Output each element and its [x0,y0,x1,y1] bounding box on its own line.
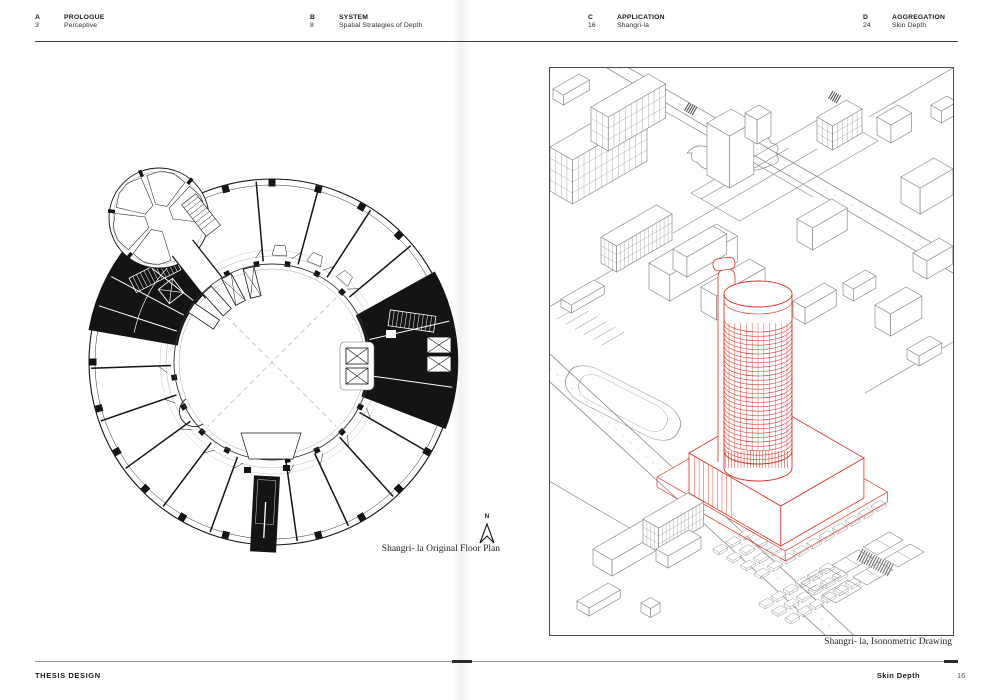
footer-chapter-label: Skin Depth [820,671,920,680]
section-title: SYSTEM [339,14,423,22]
isometric-caption: Shangri- la, Isonometric Drawing [652,637,952,647]
header-section-aggregation: D 24 AGGREGATION Skin Depth [863,14,945,30]
footer-thesis-label: THESIS DESIGN [35,671,101,680]
section-title: APPLICATION [617,14,665,22]
north-label: N [480,513,494,520]
section-number: 3 [35,22,64,30]
section-letter: D [863,14,892,22]
floor-plan-caption: Shangri- la Original Floor Plan [300,544,500,554]
section-subtitle: Spatial Strategies of Depth [339,22,423,30]
section-subtitle: Shangri-la [617,22,665,30]
section-letter: B [310,14,339,22]
footer-page-number: 16 [957,671,965,680]
header-rule [35,41,958,42]
section-subtitle: Perceptive [64,22,105,30]
section-letter: C [588,14,617,22]
header-section-system: B 8 SYSTEM Spatial Strategies of Depth [310,14,423,30]
footer-rule [35,661,958,662]
page-gutter-shadow [452,0,470,700]
section-title: AGGREGATION [892,14,945,22]
isometric-figure-frame [549,67,954,636]
header-section-application: C 16 APPLICATION Shangri-la [588,14,665,30]
section-subtitle: Skin Depth [892,22,945,30]
section-letter: A [35,14,64,22]
section-number: 8 [310,22,339,30]
north-arrow-icon [480,524,494,543]
header-section-prologue: A 3 PROLOGUE Perceptive [35,14,105,30]
section-number: 24 [863,22,892,30]
footer-rule-dark-segment [944,660,958,663]
section-title: PROLOGUE [64,14,105,22]
section-number: 16 [588,22,617,30]
thesis-spread-page: A 3 PROLOGUE Perceptive B 8 SYSTEM Spati… [0,0,994,700]
footer-rule-dark-segment [452,660,472,663]
isometric-city-drawing [550,68,953,635]
